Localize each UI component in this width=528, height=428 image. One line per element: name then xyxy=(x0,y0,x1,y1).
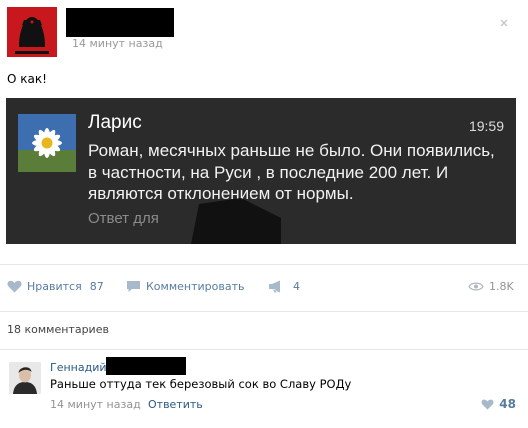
commenter-avatar[interactable] xyxy=(9,362,41,394)
share-count: 4 xyxy=(293,280,300,293)
redaction-shape xyxy=(191,198,281,244)
heart-icon xyxy=(7,280,22,293)
comment-button[interactable]: Комментировать xyxy=(126,280,244,293)
comment-label: Комментировать xyxy=(146,280,245,293)
author-name-redacted[interactable] xyxy=(66,8,174,37)
post-text: О как! xyxy=(7,72,47,86)
comment-like-count: 48 xyxy=(499,397,516,411)
comments-count[interactable]: 18 комментариев xyxy=(7,323,109,336)
comment-text: Раньше оттуда тек березовый сок во Славу… xyxy=(50,377,352,391)
eye-icon xyxy=(468,282,484,291)
divider xyxy=(0,311,528,312)
daisy-thumbnail xyxy=(18,114,76,172)
post-time[interactable]: 14 минут назад xyxy=(72,37,163,50)
comment-time[interactable]: 14 минут назад xyxy=(50,398,141,411)
views-counter: 1.8K xyxy=(468,280,514,293)
comment-icon xyxy=(127,281,140,292)
comment-author[interactable]: Геннадий xyxy=(50,361,107,374)
notification-reply-hint: Ответ для xyxy=(88,210,159,227)
like-label: Нравится xyxy=(27,280,82,293)
megaphone-icon xyxy=(269,280,280,293)
views-count: 1.8K xyxy=(489,280,514,293)
comment-author-redacted xyxy=(106,357,186,375)
notification-screenshot[interactable]: Ларис 19:59 Роман, месячных раньше не бы… xyxy=(6,98,516,244)
heart-icon xyxy=(481,399,494,410)
comment-like-button[interactable]: 48 xyxy=(481,397,516,411)
like-count: 87 xyxy=(89,280,104,293)
notification-sender: Ларис xyxy=(88,112,142,133)
divider xyxy=(0,264,528,265)
like-button[interactable]: Нравится 87 xyxy=(7,280,104,293)
divider xyxy=(0,349,528,350)
notification-message: Роман, месячных раньше не было. Они появ… xyxy=(88,141,495,203)
comment-reply-button[interactable]: Ответить xyxy=(148,398,203,411)
post-menu-icon[interactable] xyxy=(497,15,511,29)
notification-time: 19:59 xyxy=(468,118,504,134)
author-avatar[interactable] xyxy=(7,7,57,57)
share-button[interactable]: 4 xyxy=(268,280,300,293)
